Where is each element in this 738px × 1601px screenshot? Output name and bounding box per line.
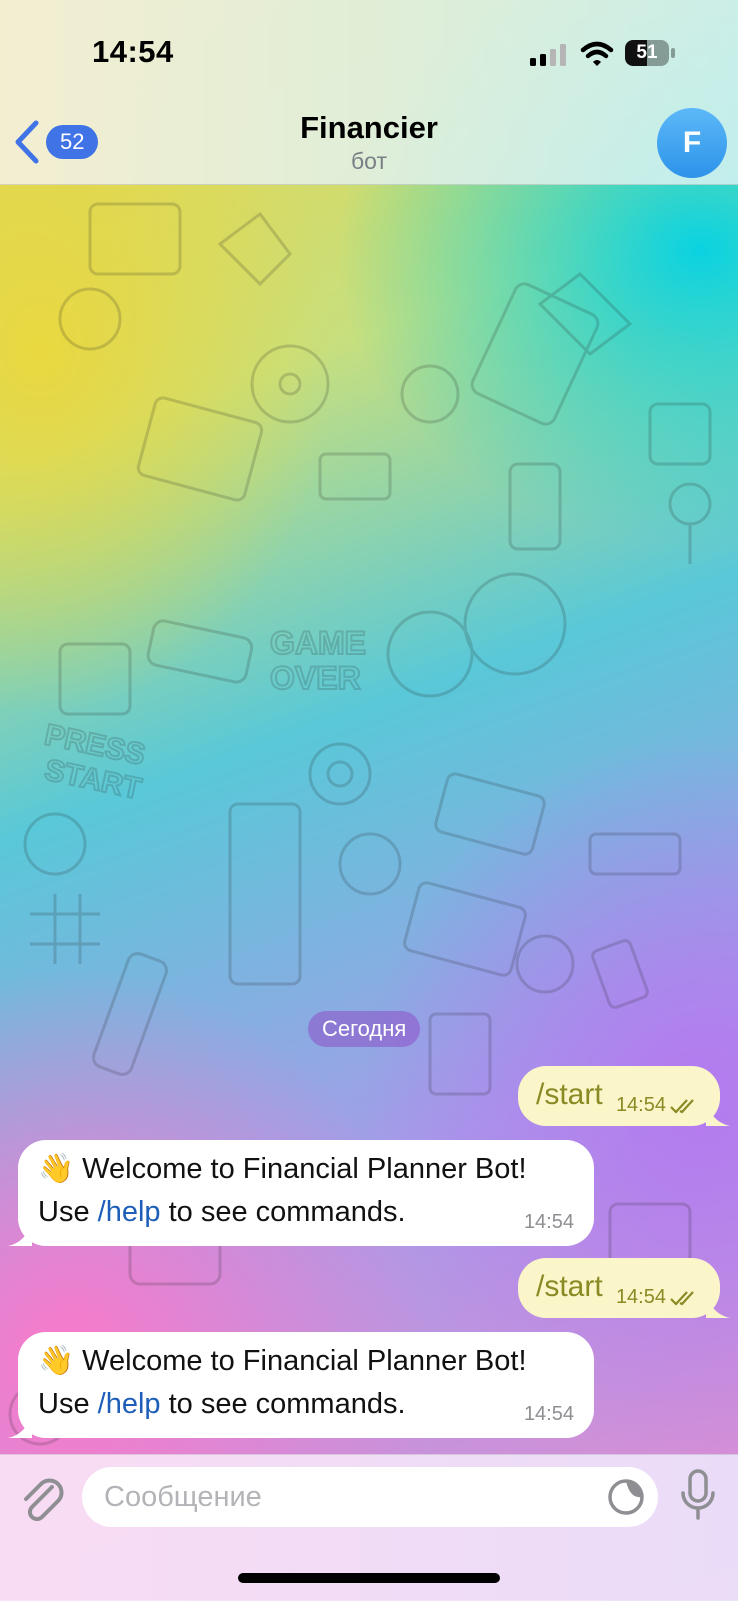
- date-separator: Сегодня: [308, 1011, 421, 1047]
- message-meta: 14:54: [616, 1286, 698, 1309]
- message-line-2: Use /help to see commands.: [38, 1196, 406, 1228]
- message-input[interactable]: [82, 1467, 658, 1527]
- avatar[interactable]: F: [657, 108, 727, 178]
- double-check-icon: [670, 1098, 694, 1114]
- message-time: 14:54: [523, 1211, 574, 1233]
- message-line-2: Use /help to see commands.: [38, 1388, 406, 1420]
- chat-header: 14:54 51 52 Financier бот F: [0, 0, 738, 185]
- message-time: 14:54: [615, 1094, 666, 1116]
- message-line-1: 👋 Welcome to Financial Planner Bot!: [38, 1153, 527, 1185]
- message-time: 14:54: [615, 1286, 666, 1308]
- status-time: 14:54: [92, 34, 174, 69]
- home-indicator: [238, 1573, 500, 1583]
- incoming-message[interactable]: 👋 Welcome to Financial Planner Bot! Use …: [8, 1332, 594, 1438]
- incoming-message[interactable]: 👋 Welcome to Financial Planner Bot! Use …: [8, 1140, 594, 1246]
- message-meta: 14:54: [616, 1094, 698, 1117]
- bubble-tail: [8, 1222, 32, 1246]
- svg-text:OVER: OVER: [270, 660, 361, 696]
- outgoing-message[interactable]: /start 14:54: [518, 1066, 730, 1126]
- status-bar: 14:54 51: [0, 0, 738, 100]
- wifi-icon: [580, 41, 614, 66]
- message-text: /start: [536, 1078, 603, 1111]
- bubble-tail: [8, 1414, 32, 1438]
- chat-subtitle: бот: [351, 148, 387, 174]
- help-command-link[interactable]: /help: [98, 1196, 161, 1228]
- message-text: /start: [536, 1270, 603, 1303]
- paperclip-icon[interactable]: [18, 1473, 64, 1523]
- bubble-tail: [706, 1294, 730, 1318]
- message-line-1: 👋 Welcome to Financial Planner Bot!: [38, 1345, 527, 1377]
- wave-emoji: 👋: [38, 1345, 75, 1377]
- message-time: 14:54: [523, 1403, 574, 1425]
- help-command-link[interactable]: /help: [98, 1388, 161, 1420]
- battery-percent: 51: [636, 42, 658, 63]
- double-check-icon: [670, 1290, 694, 1306]
- bubble-tail: [706, 1102, 730, 1126]
- cellular-signal-icon: [530, 44, 566, 66]
- wave-emoji: 👋: [38, 1153, 75, 1185]
- sticker-icon[interactable]: [606, 1477, 646, 1517]
- outgoing-message[interactable]: /start 14:54: [518, 1258, 730, 1318]
- microphone-icon[interactable]: [680, 1469, 716, 1521]
- battery-icon: 51: [625, 40, 677, 68]
- chat-title[interactable]: Financier: [0, 110, 738, 146]
- svg-text:GAME: GAME: [270, 625, 366, 661]
